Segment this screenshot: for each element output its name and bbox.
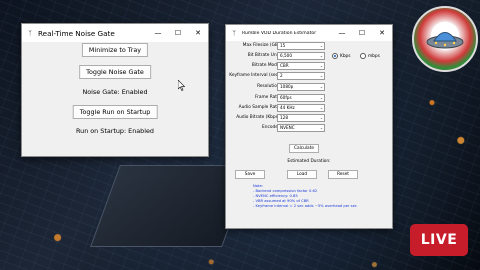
save-button[interactable]: Save (235, 170, 265, 179)
chevron-down-icon: ⌄ (319, 115, 323, 120)
field-label: Keyframe Interval (sec): (229, 73, 281, 78)
field-label: Bit Bitrate Unit: (247, 53, 281, 58)
noise-gate-titlebar[interactable]: ᛉ Real-Time Noise Gate — ☐ ✕ (22, 24, 208, 42)
bitrate-mode-select[interactable]: CBR ⌄ (277, 62, 325, 70)
maximize-button[interactable]: ☐ (168, 24, 188, 42)
note-line: - NVENC efficiency: 0.85 (253, 194, 298, 198)
encoder-select[interactable]: NVENC ⌄ (277, 124, 325, 132)
feather-icon: ᛉ (28, 29, 32, 37)
window-title: Real-Time Noise Gate (38, 28, 115, 38)
close-button[interactable]: ✕ (372, 25, 392, 41)
field-row-bitrate-unit: Bit Bitrate Unit: 6,500 ⌄ Kbps mbps (226, 52, 392, 60)
field-row-keyframe: Keyframe Interval (sec): 2 ⌄ (226, 72, 392, 80)
load-button[interactable]: Load (287, 170, 317, 179)
live-badge: LIVE (410, 224, 468, 256)
ufo-icon (426, 32, 464, 49)
chevron-down-icon: ⌄ (319, 43, 323, 48)
estimated-duration-label: Estimated Duration: (287, 159, 331, 164)
chevron-down-icon: ⌄ (319, 95, 323, 100)
field-row-audio-sample-rate: Audio Sample Rate: 44 KHz ⌄ (226, 104, 392, 112)
chevron-down-icon: ⌄ (319, 105, 323, 110)
run-on-startup-status: Run on Startup: Enabled (75, 127, 154, 135)
chevron-down-icon: ⌄ (319, 125, 323, 130)
radio-unselected-icon (360, 53, 366, 59)
bitrate-select[interactable]: 6,500 ⌄ (277, 52, 325, 60)
minimize-button[interactable]: — (332, 25, 352, 41)
field-label: Audio Bitrate (Kbps): (236, 115, 281, 120)
field-row-bitrate-mode: Bitrate Mode: CBR ⌄ (226, 62, 392, 70)
resolution-select[interactable]: 1080p ⌄ (277, 83, 325, 91)
estimator-titlebar[interactable]: ᛉ Rumble VOD Duration Estimator — ☐ ✕ (226, 25, 392, 41)
minimize-button[interactable]: — (148, 24, 168, 42)
note-line: - Backend compression factor 0.62 (253, 189, 318, 193)
note-heading: Note: (253, 184, 263, 188)
field-row-max-filesize: Max Filesize (GB): 15 ⌄ (226, 42, 392, 50)
audio-sample-rate-select[interactable]: 44 KHz ⌄ (277, 104, 325, 112)
chevron-down-icon: ⌄ (319, 63, 323, 68)
keyframe-interval-select[interactable]: 2 ⌄ (277, 72, 325, 80)
mouse-cursor-icon (178, 80, 186, 91)
frame-rate-select[interactable]: 60fps ⌄ (277, 94, 325, 102)
max-filesize-select[interactable]: 15 ⌄ (277, 42, 325, 50)
chevron-down-icon: ⌄ (319, 84, 323, 89)
radio-selected-icon (332, 53, 338, 59)
channel-logo (412, 6, 478, 72)
kbps-radio[interactable]: Kbps (332, 53, 351, 59)
audio-bitrate-select[interactable]: 128 ⌄ (277, 114, 325, 122)
reset-button[interactable]: Reset (328, 170, 358, 179)
chevron-down-icon: ⌄ (319, 53, 323, 58)
toggle-noise-gate-button[interactable]: Toggle Noise Gate (79, 65, 151, 79)
calculate-button[interactable]: Calculate (289, 144, 319, 153)
vod-estimator-window: ᛉ Rumble VOD Duration Estimator — ☐ ✕ Ma… (225, 24, 393, 229)
note-line: - Keyframe interval = 2 sec adds ~5% ove… (253, 204, 357, 208)
chevron-down-icon: ⌄ (319, 73, 323, 78)
toggle-run-on-startup-button[interactable]: Toggle Run on Startup (72, 105, 158, 119)
field-row-encoder: Encoder: NVENC ⌄ (226, 124, 392, 132)
minimize-to-tray-button[interactable]: Minimize to Tray (81, 43, 149, 57)
feather-icon: ᛉ (232, 29, 236, 37)
field-row-frame-rate: Frame Rate: 60fps ⌄ (226, 94, 392, 102)
note-line: - VBR assumed at 90% of CBR (253, 199, 309, 203)
field-row-audio-bitrate: Audio Bitrate (Kbps): 128 ⌄ (226, 114, 392, 122)
mbps-radio[interactable]: mbps (360, 53, 380, 59)
field-label: Audio Sample Rate: (238, 105, 281, 110)
field-row-resolution: Resolution: 1080p ⌄ (226, 83, 392, 91)
window-title: Rumble VOD Duration Estimator (242, 30, 317, 36)
field-label: Max Filesize (GB): (242, 43, 281, 48)
maximize-button[interactable]: ☐ (352, 25, 372, 41)
close-button[interactable]: ✕ (188, 24, 208, 42)
